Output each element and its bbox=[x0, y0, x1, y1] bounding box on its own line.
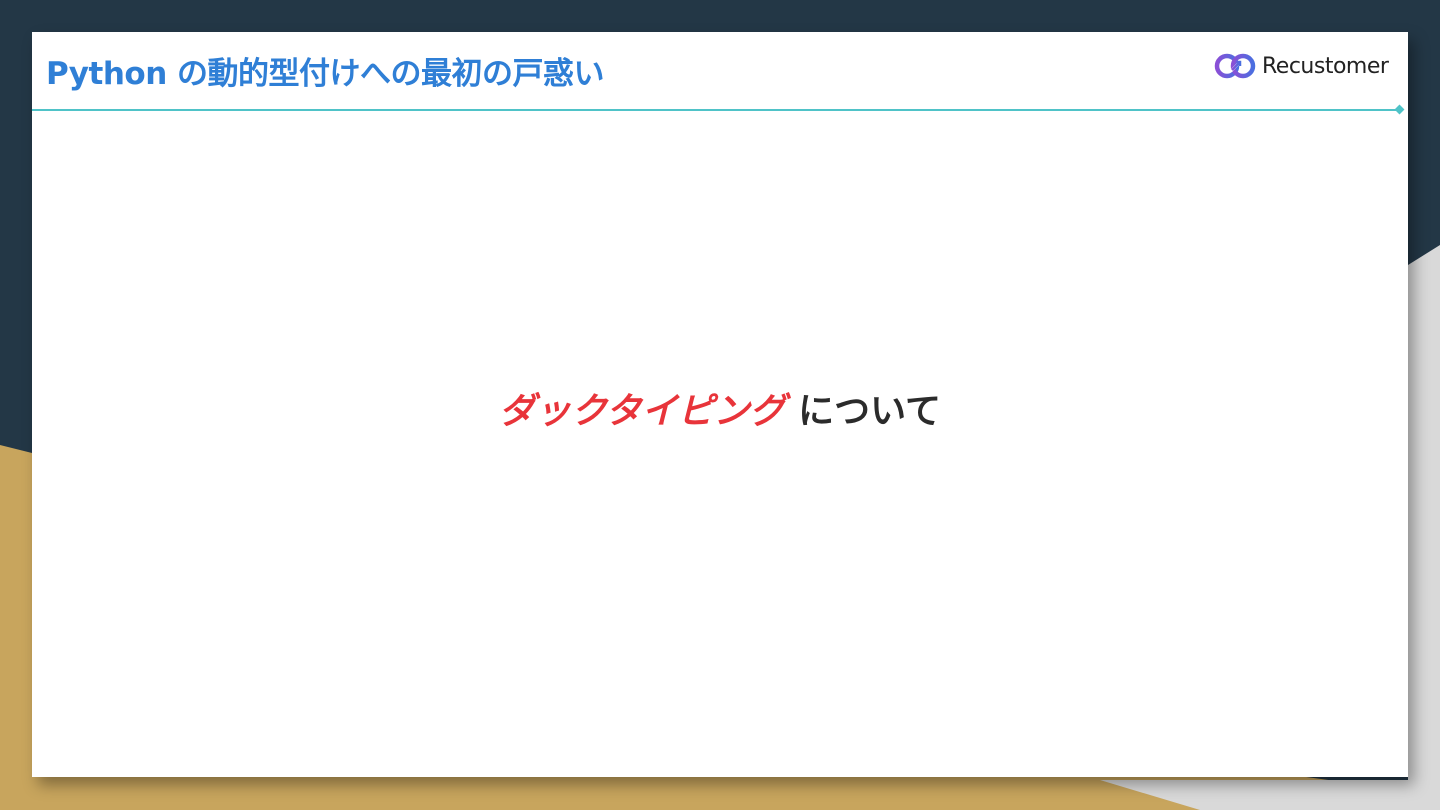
slide: Python の動的型付けへの最初の戸惑い Recustomer ダックタイピン… bbox=[32, 32, 1408, 777]
heading-rest: について bbox=[785, 391, 942, 432]
company-logo: Recustomer bbox=[1214, 51, 1389, 81]
slide-body-heading: ダックタイピング について bbox=[32, 382, 1408, 434]
logo-text: Recustomer bbox=[1262, 53, 1389, 79]
divider-end-marker bbox=[1394, 104, 1405, 115]
logo-icon bbox=[1214, 53, 1256, 79]
title-divider bbox=[32, 109, 1400, 111]
highlight-term: ダックタイピング bbox=[498, 391, 786, 432]
slide-title: Python の動的型付けへの最初の戸惑い bbox=[46, 56, 605, 92]
